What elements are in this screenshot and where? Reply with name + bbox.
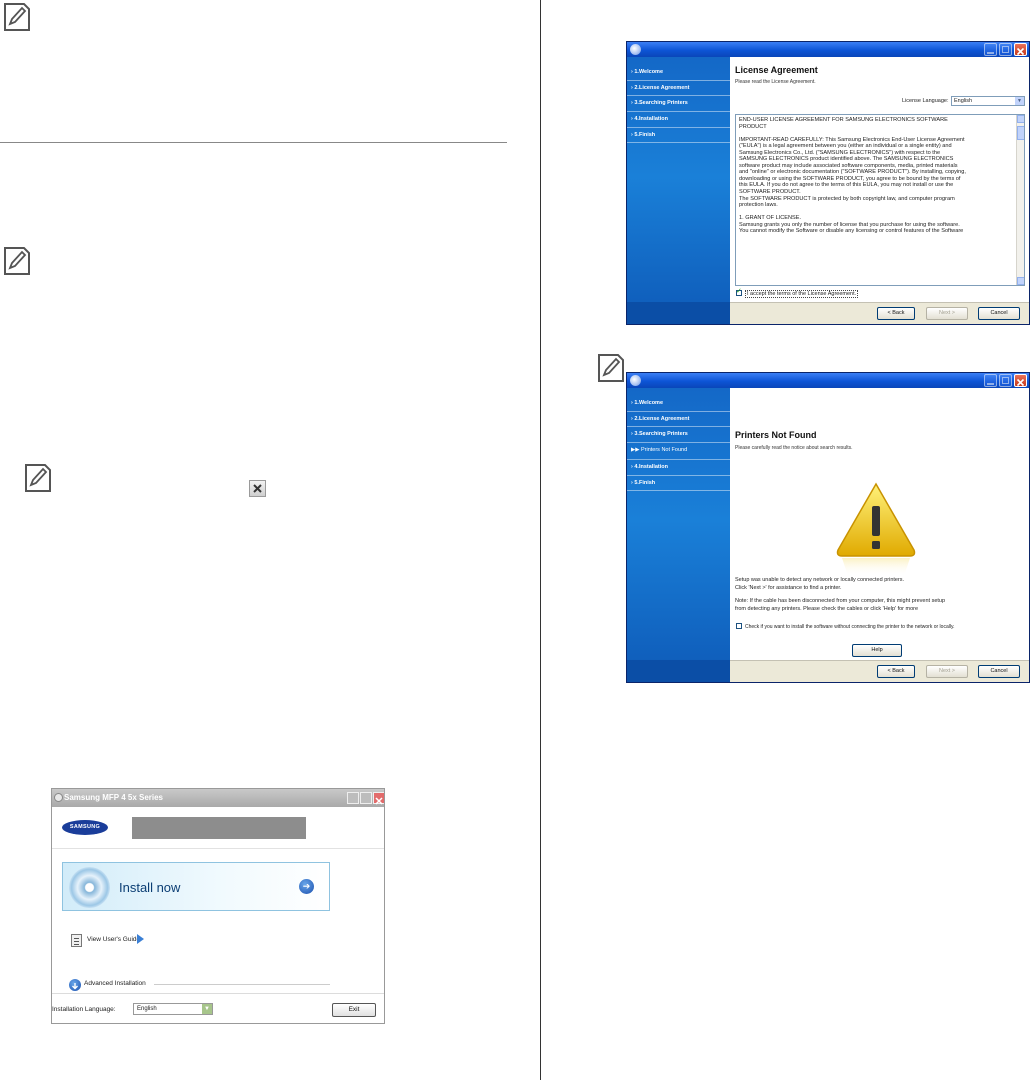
scroll-thumb[interactable] [1017, 126, 1024, 140]
next-hint: Click 'Next >' for assistance to find a … [735, 585, 842, 591]
note-icon [25, 464, 51, 492]
minimize-button[interactable] [984, 374, 997, 387]
accept-label[interactable]: I accept the terms of the License Agreem… [745, 290, 859, 298]
step-license: › 2.License Agreement [627, 81, 730, 97]
not-found-content: Printers Not Found Please carefully read… [730, 388, 1029, 660]
step-finish: › 5.Finish [627, 476, 730, 492]
install-without-printer-label: Check if you want to install the softwar… [745, 624, 955, 630]
printers-not-found-window: › 1.Welcome › 2.License Agreement › 3.Se… [626, 372, 1030, 683]
app-icon [54, 793, 63, 802]
not-found-footer: < Back Next > Cancel [730, 660, 1029, 682]
steps-sidebar: › 1.Welcome › 2.License Agreement › 3.Se… [627, 57, 730, 324]
license-footer: < Back Next > Cancel [730, 302, 1029, 324]
samsung-logo: SAMSUNG [62, 820, 108, 835]
back-button[interactable]: < Back [877, 307, 915, 320]
step-finish: › 5.Finish [627, 128, 730, 144]
app-icon [630, 375, 641, 386]
step-license: › 2.License Agreement [627, 412, 730, 428]
installation-language-label: Installation Language: [52, 1006, 116, 1013]
note-icon [4, 247, 30, 275]
installation-language-value: English [137, 1006, 157, 1012]
step-printers-not-found: ▶▶ Printers Not Found [627, 443, 730, 461]
installer-footer: Installation Language: English ▼ Exit [52, 993, 384, 1023]
window-title: Samsung MFP 4 5x Series [64, 793, 164, 802]
cancel-button[interactable]: Cancel [978, 665, 1020, 678]
install-now-label: Install now [119, 880, 181, 895]
page-title: Printers Not Found [735, 430, 817, 440]
steps-sidebar: › 1.Welcome › 2.License Agreement › 3.Se… [627, 388, 730, 682]
close-icon [249, 480, 266, 497]
close-button[interactable] [1014, 43, 1027, 56]
step-searching: › 3.Searching Printers [627, 96, 730, 113]
license-language-select[interactable]: English ▼ [951, 96, 1025, 106]
installation-language-select[interactable]: English ▼ [133, 1003, 213, 1015]
title-bar[interactable]: Samsung MFP 4 5x Series [52, 789, 384, 807]
advanced-installation-link[interactable]: Advanced Installation [84, 980, 146, 987]
close-button[interactable] [1014, 374, 1027, 387]
scroll-up-button[interactable] [1017, 115, 1024, 123]
maximize-button[interactable] [360, 792, 372, 804]
minimize-button[interactable] [984, 43, 997, 56]
cancel-button[interactable]: Cancel [978, 307, 1020, 320]
cable-note-line-1: Note: If the cable has been disconnected… [735, 598, 946, 604]
license-language-value: English [954, 98, 973, 104]
note-icon [4, 3, 30, 31]
cable-note-line-2: from detecting any printers. Please chec… [735, 606, 919, 612]
warning-icon [836, 482, 916, 576]
maximize-button[interactable] [999, 374, 1012, 387]
step-welcome: › 1.Welcome [627, 65, 730, 81]
back-button[interactable]: < Back [877, 665, 915, 678]
scroll-down-button[interactable] [1017, 277, 1024, 285]
steps-list: › 1.Welcome › 2.License Agreement › 3.Se… [627, 65, 730, 144]
page-subtitle: Please read the License Agreement. [735, 79, 816, 85]
exit-button[interactable]: Exit [332, 1003, 376, 1017]
install-now-button[interactable]: Install now ➔ [62, 862, 330, 911]
step-installation: › 4.Installation [627, 460, 730, 476]
note-icon [598, 354, 624, 382]
title-bar[interactable] [627, 373, 1029, 388]
license-content: License Agreement Please read the Licens… [730, 57, 1029, 302]
chevron-down-icon: ▼ [1015, 97, 1024, 105]
section-divider [0, 142, 507, 143]
help-button[interactable]: Help [852, 644, 902, 657]
close-button[interactable] [373, 792, 384, 805]
header-banner [132, 817, 306, 839]
step-welcome: › 1.Welcome [627, 396, 730, 412]
play-arrow-icon [137, 934, 144, 944]
sidebar-footer [627, 660, 730, 682]
eula-text: END-USER LICENSE AGREEMENT FOR SAMSUNG E… [739, 117, 966, 235]
advanced-divider [154, 984, 330, 985]
installer-header: SAMSUNG [52, 807, 384, 849]
accept-checkbox[interactable] [736, 287, 742, 296]
result-message: Setup was unable to detect any network o… [735, 577, 905, 583]
view-users-guide-link[interactable]: View User's Guide [87, 936, 140, 943]
disc-icon [69, 867, 110, 908]
maximize-button[interactable] [999, 43, 1012, 56]
guide-icon [71, 934, 82, 947]
sidebar-footer [627, 302, 730, 324]
license-window: › 1.Welcome › 2.License Agreement › 3.Se… [626, 41, 1030, 325]
arrow-right-icon: ➔ [299, 879, 314, 894]
minimize-button[interactable] [347, 792, 359, 804]
page-subtitle: Please carefully read the notice about s… [735, 445, 853, 451]
step-searching: › 3.Searching Printers [627, 427, 730, 444]
next-button[interactable]: Next > [926, 665, 968, 678]
eula-textbox[interactable]: END-USER LICENSE AGREEMENT FOR SAMSUNG E… [735, 114, 1025, 286]
steps-list: › 1.Welcome › 2.License Agreement › 3.Se… [627, 396, 730, 492]
page-title: License Agreement [735, 65, 818, 75]
next-button[interactable]: Next > [926, 307, 968, 320]
title-bar[interactable] [627, 42, 1029, 57]
install-without-printer-checkbox[interactable] [736, 623, 742, 629]
eula-scrollbar[interactable] [1016, 115, 1024, 285]
license-language-label: License Language: [902, 98, 949, 104]
installer-window: Samsung MFP 4 5x Series SAMSUNG Install … [51, 788, 385, 1024]
advanced-install-icon[interactable] [69, 979, 81, 991]
column-divider [540, 0, 541, 1080]
app-icon [630, 44, 641, 55]
step-installation: › 4.Installation [627, 112, 730, 128]
chevron-down-icon: ▼ [202, 1004, 212, 1014]
